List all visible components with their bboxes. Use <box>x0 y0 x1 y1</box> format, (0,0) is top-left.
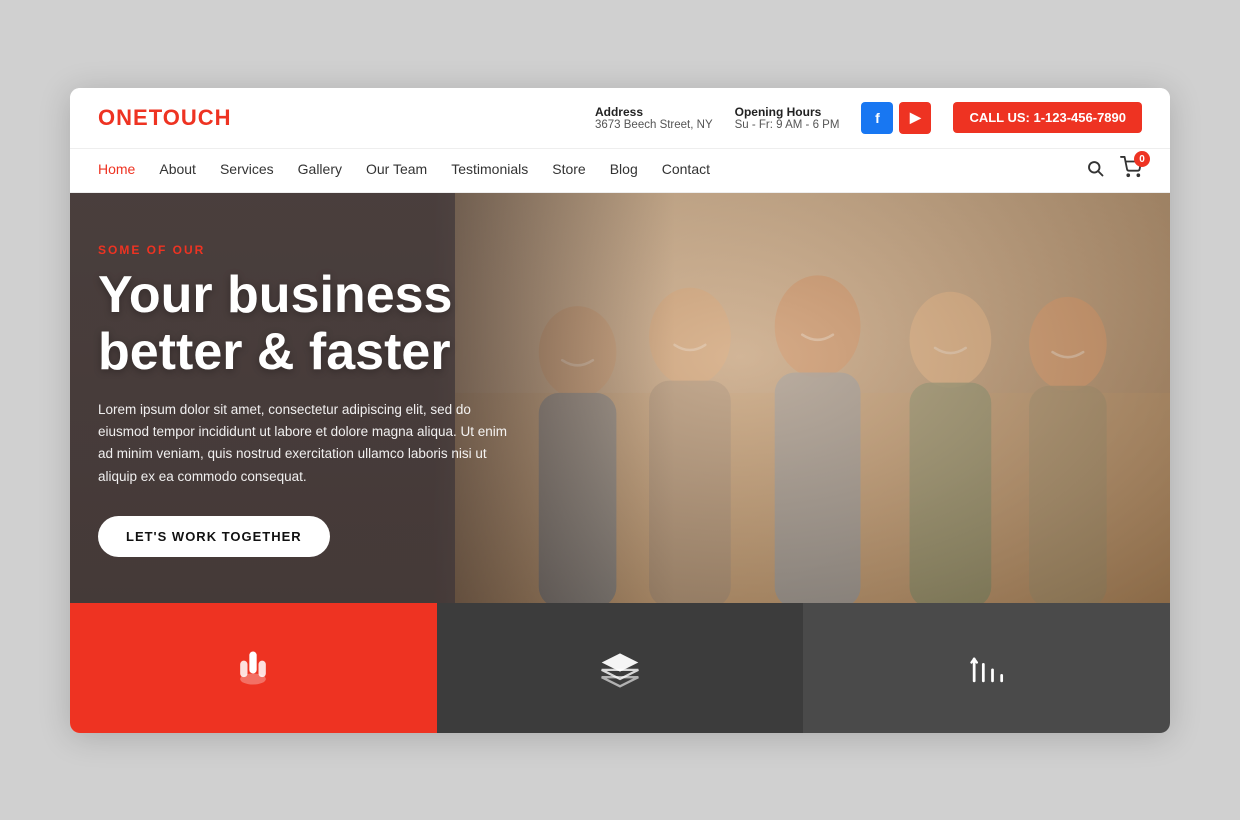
logo: ONETOUCH <box>98 105 232 131</box>
cart-button[interactable]: 0 <box>1120 156 1142 184</box>
hours-value: Su - Fr: 9 AM - 6 PM <box>735 119 840 131</box>
call-button[interactable]: CALL US: 1-123-456-7890 <box>953 102 1142 133</box>
nav-item-gallery[interactable]: Gallery <box>298 161 342 179</box>
nav-item-testimonials[interactable]: Testimonials <box>451 161 528 179</box>
nav-item-blog[interactable]: Blog <box>610 161 638 179</box>
nav-item-contact[interactable]: Contact <box>662 161 710 179</box>
nav-item-store[interactable]: Store <box>552 161 585 179</box>
hero-content: SOME OF OUR Your business better & faste… <box>98 243 518 557</box>
nav-bar: Home About Services Gallery Our Team Tes… <box>70 149 1170 193</box>
hero-title-line1: Your business <box>98 266 452 324</box>
nav-item-about[interactable]: About <box>159 161 196 179</box>
card-layers[interactable] <box>437 603 804 733</box>
nav-item-services[interactable]: Services <box>220 161 274 179</box>
cart-badge: 0 <box>1134 151 1150 167</box>
logo-one: ONE <box>98 105 149 130</box>
youtube-button[interactable]: ▶ <box>899 102 931 134</box>
card-sort[interactable] <box>803 603 1170 733</box>
address-block: Address 3673 Beech Street, NY <box>595 105 713 131</box>
hero-description: Lorem ipsum dolor sit amet, consectetur … <box>98 399 518 488</box>
hero-title: Your business better & faster <box>98 267 518 381</box>
facebook-button[interactable]: f <box>861 102 893 134</box>
search-button[interactable] <box>1086 159 1104 182</box>
layers-icon <box>598 646 642 690</box>
logo-touch: TOUCH <box>149 105 232 130</box>
address-label: Address <box>595 105 713 119</box>
nav-item-home[interactable]: Home <box>98 161 135 179</box>
nav-right: 0 <box>1086 156 1142 184</box>
touch-icon <box>231 646 275 690</box>
hero-title-line2: better & faster <box>98 323 451 381</box>
social-icons: f ▶ <box>861 102 931 134</box>
hero-subtitle: SOME OF OUR <box>98 243 518 257</box>
sort-icon <box>965 646 1009 690</box>
nav-links: Home About Services Gallery Our Team Tes… <box>98 161 710 179</box>
bottom-cards <box>70 603 1170 733</box>
top-right: Address 3673 Beech Street, NY Opening Ho… <box>595 102 1142 134</box>
hero-section: SOME OF OUR Your business better & faste… <box>70 193 1170 603</box>
hero-cta-button[interactable]: LET'S WORK TOGETHER <box>98 516 330 557</box>
top-info: Address 3673 Beech Street, NY Opening Ho… <box>595 105 839 131</box>
hours-block: Opening Hours Su - Fr: 9 AM - 6 PM <box>735 105 840 131</box>
address-value: 3673 Beech Street, NY <box>595 119 713 131</box>
search-icon <box>1086 159 1104 177</box>
top-bar: ONETOUCH Address 3673 Beech Street, NY O… <box>70 88 1170 149</box>
card-touch[interactable] <box>70 603 437 733</box>
browser-window: ONETOUCH Address 3673 Beech Street, NY O… <box>70 88 1170 733</box>
hours-label: Opening Hours <box>735 105 840 119</box>
nav-item-our-team[interactable]: Our Team <box>366 161 427 179</box>
